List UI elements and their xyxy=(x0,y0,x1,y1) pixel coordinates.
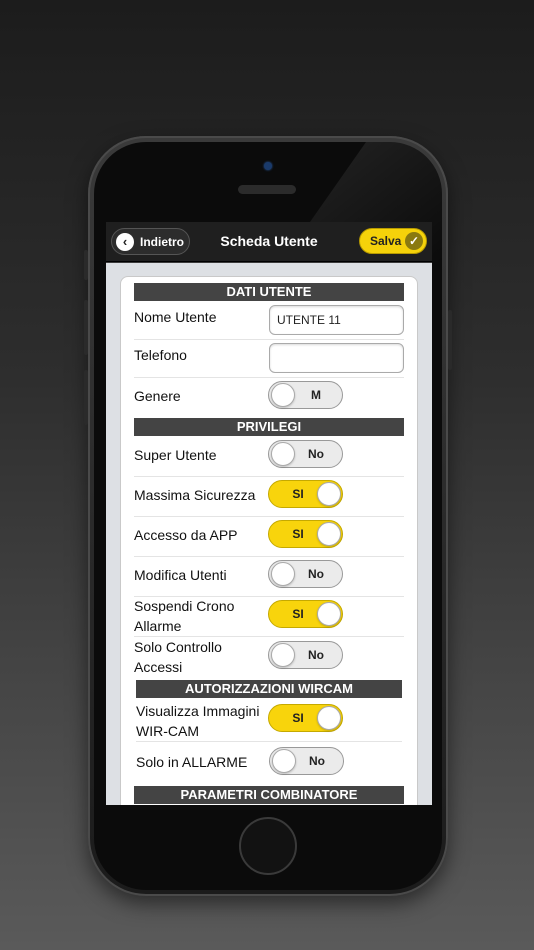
section-dati-utente: DATI UTENTE xyxy=(134,283,404,301)
toggle-knob xyxy=(271,442,295,466)
accesso-app-value: SI xyxy=(292,527,304,541)
massima-sicurezza-toggle[interactable]: SI xyxy=(268,480,343,508)
toggle-knob xyxy=(317,602,341,626)
screen-bottom-edge xyxy=(106,805,432,817)
home-button[interactable] xyxy=(239,817,297,875)
massima-sicurezza-label: Massima Sicurezza xyxy=(134,487,256,503)
sospendi-crono-label-line1: Sospendi Crono xyxy=(134,598,235,614)
volume-up-button xyxy=(84,300,88,355)
toggle-knob xyxy=(271,383,295,407)
sospendi-crono-label-line2: Allarme xyxy=(134,618,182,634)
chevron-left-icon: ‹ xyxy=(116,232,134,251)
row-divider xyxy=(134,339,404,340)
back-button-label: Indietro xyxy=(140,234,184,249)
checkmark-icon: ✓ xyxy=(405,232,423,250)
toggle-knob xyxy=(317,482,341,506)
toggle-knob xyxy=(271,643,295,667)
mute-switch xyxy=(84,250,88,280)
earpiece-speaker xyxy=(238,185,296,194)
nome-utente-input[interactable]: UTENTE 11 xyxy=(269,305,404,335)
save-button-label: Salva xyxy=(370,234,402,248)
nome-utente-label: Nome Utente xyxy=(134,309,217,325)
volume-down-button xyxy=(84,370,88,425)
toggle-knob xyxy=(317,706,341,730)
visualizza-immagini-label-line2: WIR-CAM xyxy=(136,723,199,739)
row-divider xyxy=(134,516,404,517)
toggle-knob xyxy=(271,562,295,586)
telefono-input[interactable] xyxy=(269,343,404,373)
sospendi-crono-value: SI xyxy=(292,607,304,621)
toggle-knob xyxy=(272,749,296,773)
genere-toggle[interactable]: M xyxy=(268,381,343,409)
solo-allarme-label: Solo in ALLARME xyxy=(136,754,248,770)
row-divider xyxy=(134,476,404,477)
solo-controllo-toggle[interactable]: No xyxy=(268,641,343,669)
front-camera xyxy=(264,162,272,170)
power-button xyxy=(448,310,452,370)
visualizza-immagini-value: SI xyxy=(292,711,304,725)
section-privilegi: PRIVILEGI xyxy=(134,418,404,436)
row-divider xyxy=(134,636,404,637)
back-button[interactable]: ‹ Indietro xyxy=(111,228,190,255)
toggle-knob xyxy=(317,522,341,546)
massima-sicurezza-value: SI xyxy=(292,487,304,501)
super-utente-toggle[interactable]: No xyxy=(268,440,343,468)
page-title: Scheda Utente xyxy=(220,233,318,249)
visualizza-immagini-toggle[interactable]: SI xyxy=(268,704,343,732)
section-parametri-combinatore: PARAMETRI COMBINATORE xyxy=(134,786,404,804)
genere-value: M xyxy=(311,388,321,402)
section-autorizzazioni-wircam: AUTORIZZAZIONI WIRCAM xyxy=(136,680,402,698)
sospendi-crono-toggle[interactable]: SI xyxy=(268,600,343,628)
telefono-label: Telefono xyxy=(134,347,187,363)
modifica-utenti-label: Modifica Utenti xyxy=(134,567,227,583)
solo-controllo-value: No xyxy=(308,648,324,662)
visualizza-immagini-label-line1: Visualizza Immagini xyxy=(136,703,260,719)
accesso-app-toggle[interactable]: SI xyxy=(268,520,343,548)
super-utente-value: No xyxy=(308,447,324,461)
solo-controllo-label-line2: Accessi xyxy=(134,659,183,675)
solo-controllo-label-line1: Solo Controllo xyxy=(134,639,222,655)
solo-allarme-toggle[interactable]: No xyxy=(269,747,344,775)
modifica-utenti-toggle[interactable]: No xyxy=(268,560,343,588)
modifica-utenti-value: No xyxy=(308,567,324,581)
super-utente-label: Super Utente xyxy=(134,447,217,463)
row-divider xyxy=(134,556,404,557)
genere-label: Genere xyxy=(134,388,181,404)
solo-allarme-value: No xyxy=(309,754,325,768)
header-bar: ‹ Indietro Scheda Utente Salva ✓ xyxy=(106,222,432,262)
save-button[interactable]: Salva ✓ xyxy=(359,228,427,254)
row-divider xyxy=(134,377,404,378)
accesso-app-label: Accesso da APP xyxy=(134,527,238,543)
row-divider xyxy=(136,741,402,742)
